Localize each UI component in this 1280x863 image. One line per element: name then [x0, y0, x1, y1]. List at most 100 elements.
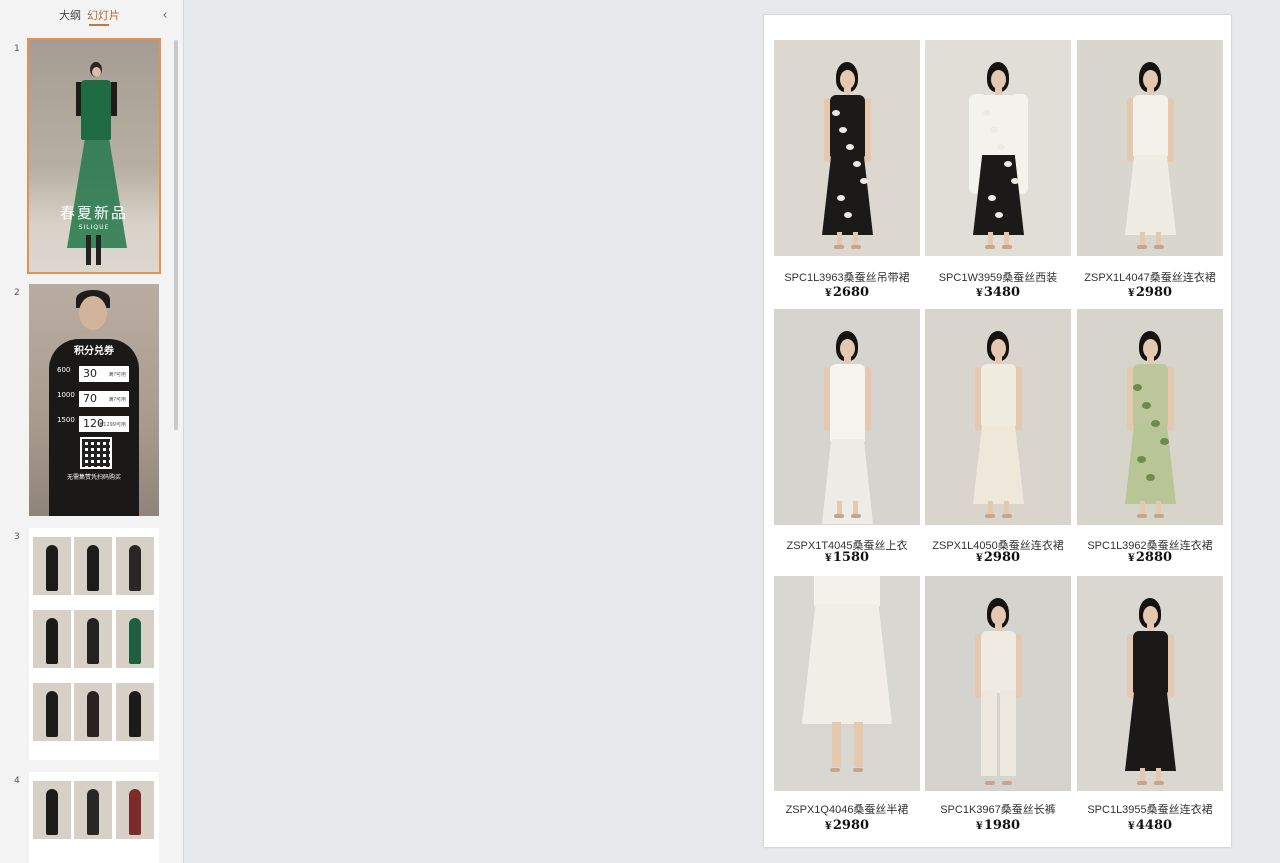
coupon-row: 1000 70 满?可用 [57, 391, 147, 407]
coupon-row: 600 30 满?可用 [57, 366, 147, 382]
panel-scrollbar[interactable] [174, 40, 178, 430]
product-card[interactable]: SPC1L3955桑蚕丝连衣裙 ¥4480 [1077, 576, 1223, 833]
model-figure [46, 691, 58, 737]
thumbnail-product [116, 781, 154, 839]
product-card[interactable]: SPC1K3967桑蚕丝长裤 ¥1980 [925, 576, 1071, 833]
model-figure [46, 545, 58, 591]
model-figure [991, 339, 1006, 358]
model-figure [1140, 232, 1145, 246]
slide-thumbnail-3[interactable] [29, 528, 159, 760]
thumbnail-product-photo [33, 537, 71, 595]
model-figure [87, 691, 99, 737]
thumbnail-product-photo [33, 683, 71, 741]
thumbnail-product-photo [116, 537, 154, 595]
product-name: SPC1W3959桑蚕丝西装 [938, 272, 1058, 284]
slide-canvas[interactable]: SPC1L3963桑蚕丝吊带裙 ¥2680 SPC1W3959桑蚕丝西装 ¥3480 Z… [764, 15, 1231, 847]
coupon-note: 满1299可用 [98, 422, 126, 428]
model-figure [981, 691, 997, 776]
product-name: SPC1K3967桑蚕丝长裤 [940, 804, 1056, 816]
model-figure [925, 40, 1071, 256]
model-figure [1154, 245, 1164, 249]
model-figure [837, 195, 845, 201]
tab-outline[interactable]: 大纲 [59, 9, 81, 23]
price-value: 1580 [832, 550, 870, 565]
product-card[interactable]: ZSPX1Q4046桑蚕丝半裙 ¥2980 [774, 576, 920, 833]
thumbnail-product-photo [74, 683, 112, 741]
model-figure [830, 768, 840, 772]
thumbnail-product [116, 610, 154, 668]
model-figure [1002, 781, 1012, 785]
thumbnail-product [116, 537, 154, 595]
model-figure [87, 618, 99, 664]
coupon-value: 70 [83, 392, 97, 405]
slide-thumbnail-4[interactable] [29, 772, 159, 863]
model-figure [1167, 367, 1174, 431]
model-figure [1137, 514, 1147, 518]
model-figure [79, 296, 107, 330]
product-photo [774, 309, 920, 525]
model-figure [1137, 456, 1146, 463]
model-figure [1133, 364, 1168, 426]
model-figure [991, 606, 1006, 625]
model-figure [802, 604, 892, 724]
model-figure [814, 576, 880, 606]
model-figure [92, 67, 101, 77]
model-figure [832, 110, 840, 116]
model-figure [1133, 95, 1168, 157]
product-price: ¥2980 [1077, 285, 1223, 300]
slide-thumbnail-1[interactable]: 春夏新品 SILIQUE [27, 38, 161, 274]
model-figure [774, 309, 920, 525]
slide-thumbnail-2[interactable]: 积分兑券 600 30 满?可用 1000 70 满?可用 1500 120 满… [29, 284, 159, 516]
price-value: 2880 [1135, 550, 1173, 565]
model-figure [1077, 40, 1223, 256]
model-figure [111, 82, 117, 116]
model-figure [844, 212, 852, 218]
model-figure [981, 631, 1016, 693]
model-figure [853, 501, 858, 515]
product-card[interactable]: ZSPX1L4047桑蚕丝连衣裙 ¥2980 [1077, 40, 1223, 300]
model-figure [822, 439, 873, 524]
coupon-card: 70 满?可用 [79, 391, 129, 407]
price-value: 4480 [1135, 818, 1173, 833]
model-figure [1015, 634, 1022, 698]
panel-tabs: 大纲 幻灯片 ‹ [0, 0, 183, 32]
coupon-row: 1500 120 满1299可用 [57, 416, 147, 432]
model-figure [925, 309, 1071, 525]
model-figure [995, 212, 1003, 218]
thumbnail-product [33, 537, 71, 595]
product-card[interactable]: SPC1L3963桑蚕丝吊带裙 ¥2680 [774, 40, 920, 300]
model-figure [1154, 514, 1164, 518]
model-figure [985, 781, 995, 785]
model-figure [988, 232, 993, 246]
model-figure [1137, 245, 1147, 249]
slide-number: 4 [14, 776, 20, 786]
product-card[interactable]: ZSPX1T4045桑蚕丝上衣 ¥1580 [774, 309, 920, 565]
model-figure [1143, 606, 1158, 625]
active-tab-indicator [89, 24, 109, 26]
model-figure [1133, 384, 1142, 391]
model-figure [67, 138, 127, 248]
model-figure [985, 514, 995, 518]
model-figure [983, 110, 991, 116]
product-photo [1077, 40, 1223, 256]
product-photo [1077, 309, 1223, 525]
tab-slides[interactable]: 幻灯片 [87, 9, 120, 23]
currency-symbol: ¥ [975, 821, 983, 832]
model-figure [87, 545, 99, 591]
model-figure [1125, 424, 1176, 504]
model-figure [840, 339, 855, 358]
product-card[interactable]: SPC1L3962桑蚕丝连衣裙 ¥2880 [1077, 309, 1223, 565]
model-figure [997, 144, 1005, 150]
currency-symbol: ¥ [824, 288, 832, 299]
product-card[interactable]: ZSPX1L4050桑蚕丝连衣裙 ¥2980 [925, 309, 1071, 565]
model-figure [774, 40, 920, 256]
thumbnail-product [74, 610, 112, 668]
price-value: 1980 [983, 818, 1021, 833]
product-price: ¥2880 [1077, 550, 1223, 565]
coupon-card: 30 满?可用 [79, 366, 129, 382]
model-figure [1137, 781, 1147, 785]
chevron-left-icon[interactable]: ‹ [159, 8, 171, 24]
currency-symbol: ¥ [1127, 553, 1135, 564]
model-figure [981, 364, 1016, 426]
product-card[interactable]: SPC1W3959桑蚕丝西装 ¥3480 [925, 40, 1071, 300]
